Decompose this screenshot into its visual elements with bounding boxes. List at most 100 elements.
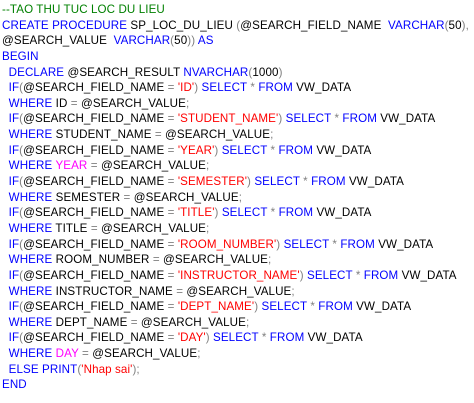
code-token-plain: VW_DATA bbox=[376, 112, 436, 126]
code-token-kw: FROM bbox=[342, 112, 377, 126]
code-line[interactable]: CREATE PROCEDURE SP_LOC_DU_LIEU (@SEARCH… bbox=[2, 18, 474, 34]
code-token-kw: IF bbox=[8, 175, 20, 189]
code-line[interactable]: WHERE TITLE = @SEARCH_VALUE; bbox=[2, 221, 474, 237]
code-token-str: 'ROOM_NUMBER' bbox=[177, 237, 277, 251]
code-token-plain: @SEARCH_RESULT bbox=[64, 65, 184, 79]
code-token-op: ) bbox=[278, 65, 283, 79]
code-token-cmt: --TAO THU TUC LOC DU LIEU bbox=[2, 3, 165, 16]
code-token-plain: @SEARCH_FIELD_NAME bbox=[23, 112, 168, 126]
code-token-kw: WHERE bbox=[8, 128, 53, 142]
code-token-kw: SELECT bbox=[261, 300, 308, 314]
code-line[interactable]: WHERE YEAR = @SEARCH_VALUE; bbox=[2, 158, 474, 174]
code-token-kw: FROM bbox=[311, 175, 346, 189]
code-token-op: = bbox=[152, 253, 160, 267]
code-token-str: 'SEMESTER' bbox=[177, 175, 248, 189]
code-token-plain: @SEARCH_VALUE bbox=[137, 315, 246, 329]
code-token-kw: IF bbox=[8, 81, 20, 95]
code-token-op: ); bbox=[132, 362, 140, 376]
code-token-plain: VW_DATA bbox=[313, 206, 372, 220]
code-token-plain: VW_DATA bbox=[398, 268, 457, 282]
code-token-plain: @SEARCH_VALUE bbox=[88, 347, 198, 361]
code-token-plain: INSTRUCTOR_NAME bbox=[52, 284, 177, 298]
code-line[interactable]: IF(@SEARCH_FIELD_NAME = 'INSTRUCTOR_NAME… bbox=[2, 268, 474, 284]
code-token-plain: @SEARCH_VALUE bbox=[161, 128, 271, 142]
code-token-kw: END bbox=[2, 378, 27, 392]
code-line[interactable]: ELSE PRINT('Nhap sai'); bbox=[2, 362, 474, 378]
code-token-plain: ROOM_NUMBER bbox=[52, 253, 153, 267]
code-line[interactable]: IF(@SEARCH_FIELD_NAME = 'DEPT_NAME') SEL… bbox=[2, 299, 474, 315]
code-token-kw: FROM bbox=[278, 206, 314, 220]
code-token-plain: VW_DATA bbox=[374, 237, 434, 251]
code-token-kw: WHERE bbox=[8, 221, 53, 235]
code-token-plain: STUDENT_NAME bbox=[52, 128, 155, 142]
code-line[interactable]: IF(@SEARCH_FIELD_NAME = 'YEAR') SELECT *… bbox=[2, 143, 474, 159]
code-line[interactable]: IF(@SEARCH_FIELD_NAME = 'DAY') SELECT * … bbox=[2, 330, 474, 346]
code-line[interactable]: WHERE SEMESTER = @SEARCH_VALUE; bbox=[2, 190, 474, 206]
code-token-op: = bbox=[90, 221, 98, 235]
code-token-op: ), bbox=[461, 18, 469, 32]
code-token-kw: SELECT bbox=[283, 237, 330, 251]
code-token-plain: VW_DATA bbox=[352, 300, 412, 314]
code-token-str: 'INSTRUCTOR_NAME' bbox=[177, 268, 300, 282]
code-token-kw: IF bbox=[8, 300, 20, 314]
code-line[interactable]: WHERE INSTRUCTOR_NAME = @SEARCH_VALUE; bbox=[2, 284, 474, 300]
code-token-kw: SELECT bbox=[221, 143, 268, 157]
code-token-op: ; bbox=[197, 347, 201, 361]
code-token-plain: VW_DATA bbox=[345, 175, 404, 189]
code-token-op: ; bbox=[206, 221, 210, 235]
code-token-kw: SELECT bbox=[201, 81, 248, 95]
code-token-kw: FROM bbox=[258, 81, 293, 95]
code-token-kw: SELECT bbox=[213, 331, 259, 345]
code-line[interactable]: IF(@SEARCH_FIELD_NAME = 'ROOM_NUMBER') S… bbox=[2, 237, 474, 253]
code-token-kw: FROM bbox=[363, 268, 399, 282]
code-token-fn: YEAR bbox=[55, 159, 88, 173]
code-line[interactable]: WHERE DEPT_NAME = @SEARCH_VALUE; bbox=[2, 315, 474, 331]
code-line[interactable]: --TAO THU TUC LOC DU LIEU bbox=[2, 2, 474, 18]
code-token-kw: ELSE bbox=[8, 362, 39, 376]
code-token-op: ; bbox=[270, 128, 274, 142]
code-token-str: 'Nhap sai' bbox=[81, 362, 133, 376]
code-line[interactable]: WHERE STUDENT_NAME = @SEARCH_VALUE; bbox=[2, 127, 474, 143]
code-token-op: ; bbox=[238, 190, 243, 204]
code-token-plain: @SEARCH_VALUE bbox=[97, 221, 207, 235]
code-line[interactable]: IF(@SEARCH_FIELD_NAME = 'ID') SELECT * F… bbox=[2, 80, 474, 96]
code-token-kw: WHERE bbox=[8, 284, 53, 298]
code-token-plain: SEMESTER bbox=[52, 190, 124, 204]
code-token-op: = bbox=[130, 315, 138, 329]
code-token-kw: IF bbox=[8, 331, 20, 345]
code-token-kw: FROM bbox=[340, 237, 375, 251]
code-token-str: 'TITLE' bbox=[177, 206, 215, 220]
code-line[interactable]: WHERE ROOM_NUMBER = @SEARCH_VALUE; bbox=[2, 252, 474, 268]
code-token-kw: BEGIN bbox=[2, 49, 39, 63]
code-token-plain: @SEARCH_FIELD_NAME bbox=[240, 18, 389, 32]
code-line[interactable]: IF(@SEARCH_FIELD_NAME = 'STUDENT_NAME') … bbox=[2, 111, 474, 127]
code-token-plain: VW_DATA bbox=[304, 331, 363, 345]
code-token-plain: VW_DATA bbox=[292, 81, 352, 95]
code-token-kw: IF bbox=[8, 206, 20, 220]
code-token-kw: WHERE bbox=[8, 347, 53, 361]
code-line[interactable]: WHERE DAY = @SEARCH_VALUE; bbox=[2, 346, 474, 362]
code-token-plain: @SEARCH_FIELD_NAME bbox=[23, 206, 168, 220]
code-line[interactable]: DECLARE @SEARCH_RESULT NVARCHAR(1000) bbox=[2, 65, 474, 81]
code-line[interactable]: WHERE ID = @SEARCH_VALUE; bbox=[2, 96, 474, 112]
code-token-kw: SELECT bbox=[306, 268, 353, 282]
code-token-plain: @SEARCH_VALUE bbox=[130, 190, 239, 204]
code-line[interactable]: IF(@SEARCH_FIELD_NAME = 'TITLE') SELECT … bbox=[2, 205, 474, 221]
code-line[interactable]: BEGIN bbox=[2, 49, 474, 65]
code-token-plain: @SEARCH_VALUE bbox=[183, 284, 292, 298]
code-line[interactable]: END bbox=[2, 377, 474, 393]
code-token-plain: @SEARCH_VALUE bbox=[77, 96, 186, 110]
code-line[interactable]: @SEARCH_VALUE VARCHAR(50)) AS bbox=[2, 33, 474, 49]
sql-code-editor[interactable]: --TAO THU TUC LOC DU LIEU CREATE PROCEDUR… bbox=[0, 0, 474, 403]
code-line[interactable]: IF(@SEARCH_FIELD_NAME = 'SEMESTER') SELE… bbox=[2, 174, 474, 190]
